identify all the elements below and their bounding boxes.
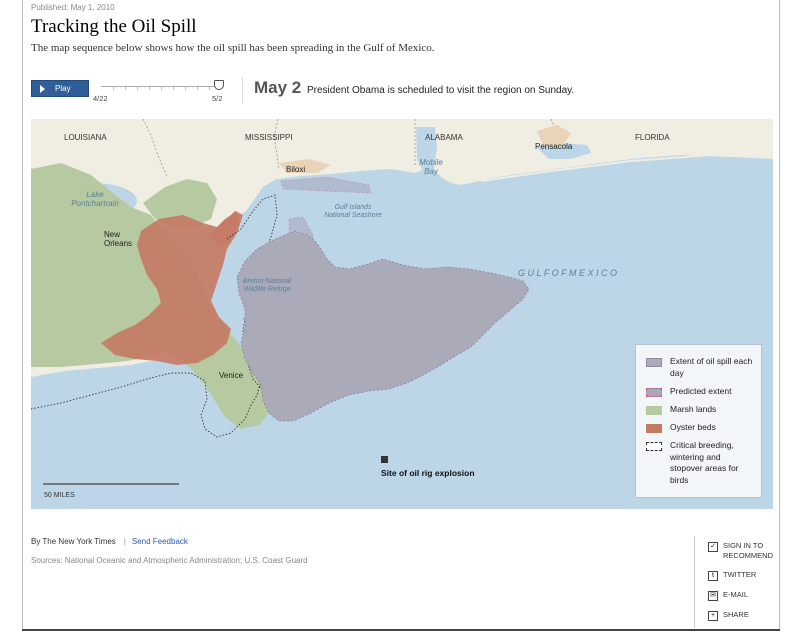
legend-label: Critical breeding, wintering and stopove…: [670, 440, 739, 485]
rig-site-label: Site of oil rig explosion: [381, 468, 475, 478]
state-label-alabama: ALABAMA: [425, 133, 463, 142]
rig-site-marker: [381, 456, 388, 463]
legend-swatch-oil-extent: [646, 358, 662, 367]
legend-label: Oyster beds: [670, 422, 716, 432]
legend-item-bird-areas: Critical breeding, wintering and stopove…: [646, 440, 754, 486]
slider-end-label: 5/2: [212, 94, 223, 103]
recommend-button[interactable]: ✓ SIGN IN TO RECOMMEND: [708, 541, 779, 561]
share-button[interactable]: + SHARE: [708, 610, 779, 621]
slider-start-label: 4/22: [93, 94, 108, 103]
check-icon: ✓: [708, 542, 718, 552]
legend-item-predicted-extent: Predicted extent: [646, 386, 754, 398]
legend-label: Extent of oil spill each day: [670, 356, 753, 378]
slider-tick: [173, 87, 174, 90]
city-label-biloxi: Biloxi: [286, 165, 305, 174]
page-subtitle: The map sequence below shows how the oil…: [31, 42, 435, 54]
city-label-venice: Venice: [219, 371, 244, 380]
share-panel: ✓ SIGN IN TO RECOMMEND t TWITTER ✉ E-MAI…: [694, 536, 780, 628]
slider-tick: [185, 87, 186, 90]
slider-tick: [125, 87, 126, 90]
share-label: SHARE: [723, 610, 749, 619]
scale-label: 50 MILES: [44, 492, 75, 499]
legend-item-oyster-beds: Oyster beds: [646, 422, 754, 434]
share-label: TWITTER: [723, 570, 757, 579]
slider-tick: [209, 87, 210, 90]
legend-swatch-marsh-lands: [646, 406, 662, 415]
legend-swatch-predicted-extent: [646, 388, 662, 397]
city-label-pensacola: Pensacola: [535, 142, 573, 151]
share-icon: +: [708, 611, 718, 621]
header-divider: [242, 78, 243, 103]
page-border-bottom: [22, 629, 780, 631]
slider-tick: [197, 87, 198, 90]
byline: By The New York Times | Send Feedback: [31, 537, 188, 546]
current-date: May 2: [254, 78, 302, 97]
sources-note: Sources: National Oceanic and Atmospheri…: [31, 556, 308, 565]
play-button[interactable]: Play: [31, 80, 89, 97]
twitter-icon: t: [708, 571, 718, 581]
send-feedback-link[interactable]: Send Feedback: [132, 537, 188, 546]
email-button[interactable]: ✉ E-MAIL: [708, 590, 779, 601]
slider-tick: [161, 87, 162, 90]
state-label-louisiana: LOUISIANA: [64, 133, 107, 142]
place-label-breton: Breton National Wildlife Refuge: [243, 278, 292, 293]
share-label: E-MAIL: [723, 590, 749, 599]
twitter-button[interactable]: t TWITTER: [708, 570, 779, 581]
byline-separator: |: [123, 537, 126, 546]
timeline-slider[interactable]: [101, 80, 225, 102]
legend-label: Predicted extent: [670, 386, 732, 396]
legend-item-oil-extent: Extent of oil spill each day: [646, 356, 754, 379]
legend-label: Marsh lands: [670, 404, 717, 414]
legend-item-marsh-lands: Marsh lands: [646, 404, 754, 416]
play-button-label: Play: [55, 84, 71, 93]
email-icon: ✉: [708, 591, 718, 601]
slider-handle[interactable]: [214, 80, 224, 90]
water-label-gulf: G U L F O F M E X I C O: [518, 268, 617, 278]
slider-tick: [113, 87, 114, 90]
state-label-florida: FLORIDA: [635, 133, 670, 142]
page-border-left: [22, 0, 23, 630]
map-legend: Extent of oil spill each day Predicted e…: [635, 344, 762, 498]
date-caption: President Obama is scheduled to visit th…: [307, 85, 575, 96]
play-icon: [40, 84, 45, 93]
state-label-mississippi: MISSISSIPPI: [245, 133, 293, 142]
byline-text: By The New York Times: [31, 537, 116, 546]
slider-tick: [149, 87, 150, 90]
share-label: SIGN IN TO RECOMMEND: [723, 541, 773, 560]
slider-tick: [137, 87, 138, 90]
published-date: Published: May 1, 2010: [31, 3, 115, 12]
legend-swatch-oyster-beds: [646, 424, 662, 433]
legend-swatch-bird-areas: [646, 442, 662, 451]
page-title: Tracking the Oil Spill: [31, 16, 197, 37]
